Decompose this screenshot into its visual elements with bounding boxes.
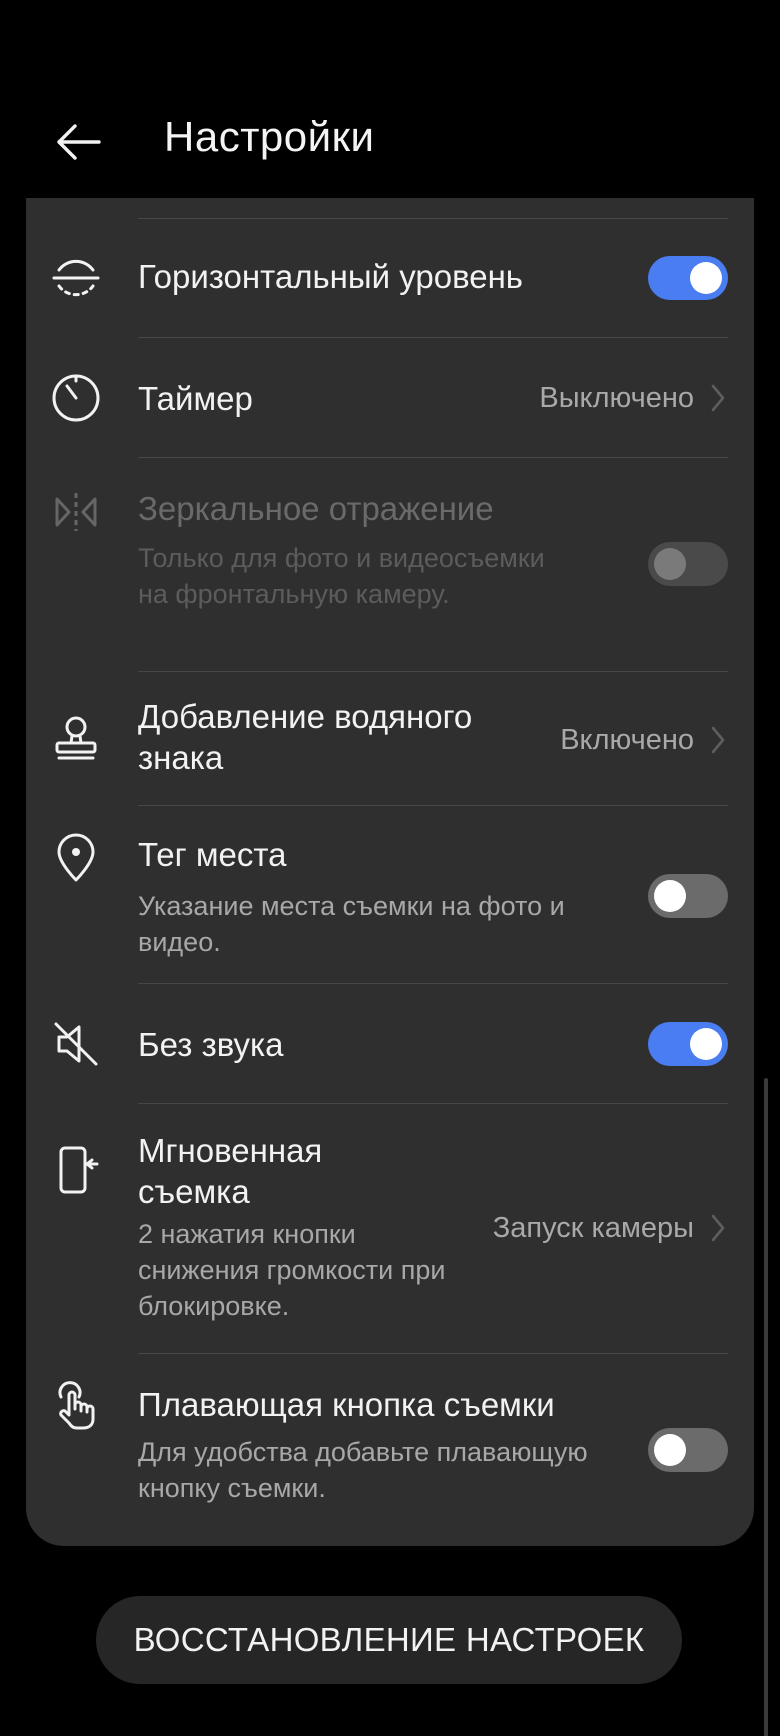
reset-settings-button[interactable]: ВОССТАНОВЛЕНИЕ НАСТРОЕК <box>96 1596 682 1684</box>
chevron-right-icon <box>708 724 728 756</box>
setting-row-quick-snapshot[interactable]: Мгновенная съемка 2 нажатия кнопки сниже… <box>26 1104 754 1354</box>
horizontal-level-toggle[interactable] <box>648 256 728 300</box>
setting-row-timer[interactable]: Таймер Выключено <box>26 338 754 458</box>
setting-title: Горизонтальный уровень <box>138 258 523 295</box>
scrollbar[interactable] <box>764 1078 768 1736</box>
stamp-icon <box>50 712 102 764</box>
toggle-knob <box>654 880 686 912</box>
setting-row-mirror: Зеркальное отражение Только для фото и в… <box>26 458 754 672</box>
settings-screen: Настройки Горизонтальный уровень Таймер … <box>0 0 780 1736</box>
chevron-right-icon <box>708 382 728 414</box>
setting-row-mute[interactable]: Без звука <box>26 984 754 1104</box>
setting-row-watermark[interactable]: Добавление водяного знака Включено <box>26 672 754 806</box>
toggle-knob <box>690 262 722 294</box>
setting-value: Включено <box>560 724 694 756</box>
setting-value: Запуск камеры <box>492 1212 694 1244</box>
setting-title: Мгновенная съемка <box>138 1132 323 1210</box>
mirror-icon <box>50 486 102 538</box>
mirror-toggle <box>648 542 728 586</box>
app-bar: Настройки <box>0 96 780 186</box>
setting-row-location-tag[interactable]: Тег места Указание места съемки на фото … <box>26 806 754 984</box>
setting-title: Без звука <box>138 1026 284 1063</box>
mute-icon <box>50 1018 102 1070</box>
setting-row-horizontal-level[interactable]: Горизонтальный уровень <box>26 218 754 338</box>
setting-title: Добавление водяного знака <box>138 698 473 776</box>
toggle-knob <box>654 548 686 580</box>
setting-subtitle: Для удобства добавьте плавающую кнопку с… <box>138 1437 588 1503</box>
setting-title: Зеркальное отражение <box>138 490 494 527</box>
settings-card: Горизонтальный уровень Таймер Выключено <box>26 198 754 1546</box>
location-tag-toggle[interactable] <box>648 874 728 918</box>
setting-title: Тег места <box>138 836 287 873</box>
setting-subtitle: 2 нажатия кнопки снижения громкости при … <box>138 1219 446 1321</box>
location-pin-icon <box>50 832 102 884</box>
timer-icon <box>50 372 102 424</box>
toggle-knob <box>690 1028 722 1060</box>
level-circle-icon <box>50 252 102 304</box>
setting-subtitle: Указание места съемки на фото и видео. <box>138 891 565 957</box>
page-title: Настройки <box>164 113 375 160</box>
back-arrow-icon <box>57 124 101 160</box>
back-button[interactable] <box>48 112 108 172</box>
phone-side-button-icon <box>50 1144 102 1196</box>
setting-subtitle: Только для фото и видеосъемки на фронтал… <box>138 543 545 609</box>
setting-title: Таймер <box>138 380 253 417</box>
tap-hand-icon <box>50 1380 102 1432</box>
chevron-right-icon <box>708 1212 728 1244</box>
setting-row-floating-shutter[interactable]: Плавающая кнопка съемки Для удобства доб… <box>26 1354 754 1524</box>
setting-value: Выключено <box>539 382 694 414</box>
toggle-knob <box>654 1434 686 1466</box>
setting-title: Плавающая кнопка съемки <box>138 1386 555 1423</box>
mute-toggle[interactable] <box>648 1022 728 1066</box>
floating-shutter-toggle[interactable] <box>648 1428 728 1472</box>
